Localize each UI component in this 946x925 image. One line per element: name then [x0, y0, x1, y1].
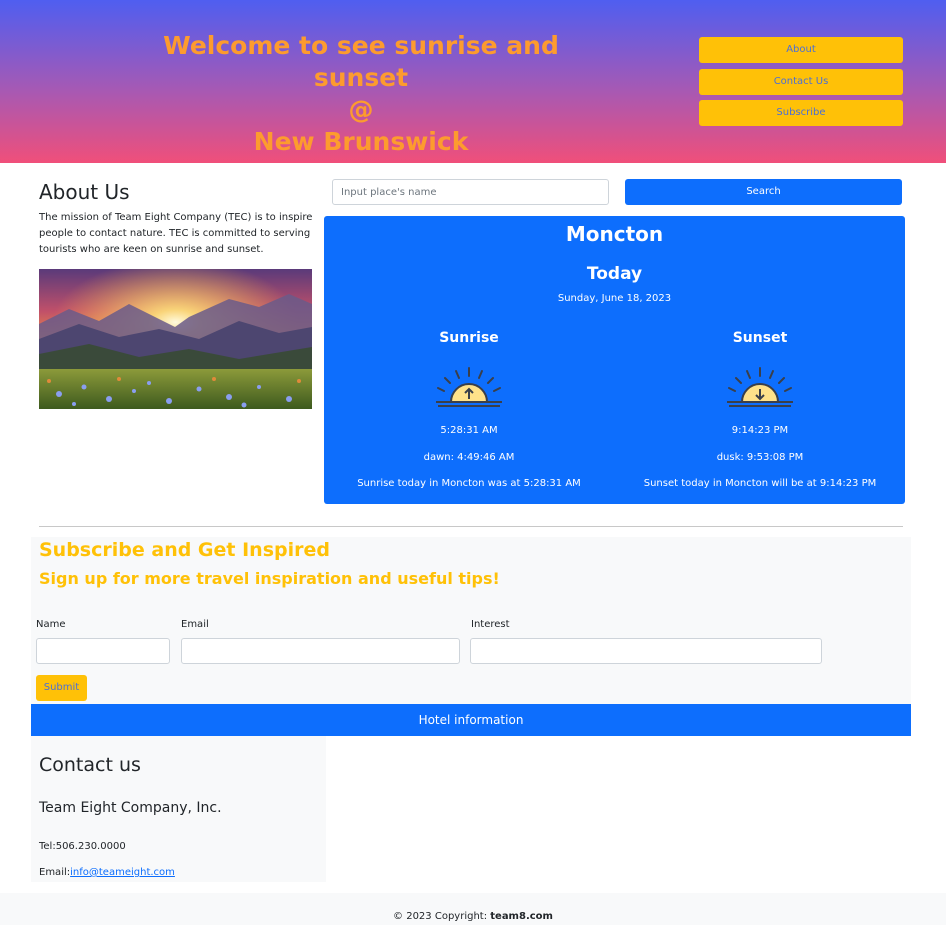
title-line-1: Welcome to see sunrise and sunset — [163, 31, 559, 92]
search-input[interactable] — [332, 179, 609, 205]
contact-section: Contact us Team Eight Company, Inc. Tel:… — [31, 736, 326, 882]
sunset-column: Sunset 9:14:23 PM dusk: 9:53:08 PM Sunse… — [615, 328, 905, 491]
sunset-sentence: Sunset today in Moncton will be at 9:14:… — [643, 478, 877, 489]
sunset-title: Sunset — [732, 330, 788, 346]
date-text: Sunday, June 18, 2023 — [557, 293, 672, 304]
sunset-icon — [727, 367, 793, 407]
sunrise-time: 5:28:31 AM — [440, 425, 498, 436]
sunrise-landscape-image — [39, 269, 312, 409]
subscribe-subtitle: Sign up for more travel inspiration and … — [39, 569, 500, 588]
company-name: Team Eight Company, Inc. — [39, 800, 222, 816]
city-name: Moncton — [565, 222, 664, 246]
email-prefix: Email: — [39, 867, 71, 878]
sun-times-card: Moncton Today Sunday, June 18, 2023 Sunr… — [324, 216, 905, 504]
name-field[interactable] — [36, 638, 170, 664]
submit-button[interactable]: Submit — [36, 675, 87, 701]
about-heading: About Us — [39, 180, 130, 204]
page-title: Welcome to see sunrise and sunset @ New … — [120, 30, 602, 158]
about-text: The mission of Team Eight Company (TEC) … — [39, 212, 313, 255]
footer-brand: team8.com — [490, 911, 553, 922]
sunrise-title: Sunrise — [439, 330, 499, 346]
copyright-text: © 2023 Copyright: — [393, 911, 491, 922]
site-footer: © 2023 Copyright: team8.com — [0, 893, 946, 925]
nav-contact-button[interactable]: Contact Us — [699, 69, 903, 95]
email-link[interactable]: info@teameight.com — [70, 867, 175, 878]
name-label: Name — [36, 619, 66, 630]
interest-label: Interest — [471, 619, 510, 630]
phone-number: Tel:506.230.0000 — [39, 841, 126, 852]
subscribe-title: Subscribe and Get Inspired — [39, 539, 330, 561]
title-line-2: @ — [348, 95, 374, 124]
sunrise-sentence: Sunrise today in Moncton was at 5:28:31 … — [357, 478, 581, 489]
section-divider — [39, 526, 903, 527]
email-field[interactable] — [181, 638, 460, 664]
search-button[interactable]: Search — [625, 179, 902, 205]
nav-about-button[interactable]: About — [699, 37, 903, 63]
dawn-time: dawn: 4:49:46 AM — [423, 452, 515, 463]
email-label: Email — [181, 619, 209, 630]
email-line: Email:info@teameight.com — [39, 867, 175, 878]
subscribe-section: Subscribe and Get Inspired Sign up for m… — [31, 537, 911, 704]
sunrise-icon — [436, 367, 502, 407]
sunrise-column: Sunrise 5:28:31 AM dawn: 4:49:46 AM Sunr… — [324, 328, 614, 491]
hotel-information-button[interactable]: Hotel information — [31, 704, 911, 736]
title-line-3: New Brunswick — [253, 127, 469, 156]
contact-title: Contact us — [39, 754, 141, 776]
nav-subscribe-button[interactable]: Subscribe — [699, 100, 903, 126]
dusk-time: dusk: 9:53:08 PM — [716, 452, 804, 463]
interest-field[interactable] — [470, 638, 822, 664]
today-label: Today — [586, 264, 643, 284]
sunset-time: 9:14:23 PM — [731, 425, 789, 436]
site-header: Welcome to see sunrise and sunset @ New … — [0, 0, 946, 163]
